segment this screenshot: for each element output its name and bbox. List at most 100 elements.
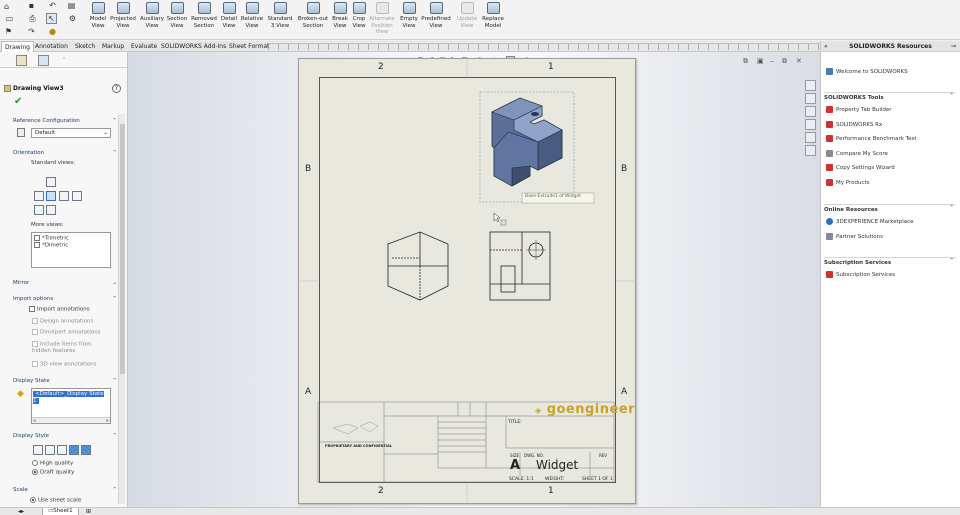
- use-sheet-scale-option[interactable]: Use sheet scale: [30, 497, 81, 504]
- tab-sheet-format[interactable]: Sheet Format: [226, 41, 272, 52]
- home-icon[interactable]: ⌂: [2, 2, 11, 11]
- collapse-pane-icon[interactable]: «: [824, 41, 828, 52]
- collapse-icon[interactable]: ⌃: [949, 93, 954, 99]
- high-quality-radio[interactable]: [32, 460, 38, 466]
- subscription-services-link[interactable]: Subscription Services: [826, 271, 895, 279]
- reference-configuration-select[interactable]: Default ⌄: [31, 128, 111, 138]
- undo-icon[interactable]: ↶: [48, 1, 57, 10]
- solidworks-tools-section[interactable]: SOLIDWORKS Tools ⌃: [824, 92, 956, 101]
- my-products-link[interactable]: My Products: [826, 179, 870, 187]
- collapse-icon[interactable]: ⌃: [112, 378, 117, 384]
- resources-tab-icon[interactable]: [805, 80, 816, 91]
- design-annotations-checkbox[interactable]: [32, 318, 38, 324]
- compare-my-score-link[interactable]: Compare My Score: [826, 150, 888, 158]
- auxiliary-view-button[interactable]: Auxiliary View: [139, 2, 165, 38]
- redo-icon[interactable]: ↷: [27, 27, 36, 36]
- dimxpert-annotations-checkbox[interactable]: [32, 329, 38, 335]
- collapse-icon[interactable]: ⌃: [949, 205, 954, 211]
- select-icon[interactable]: ↖: [46, 13, 57, 24]
- detail-view-button[interactable]: Detail View: [219, 2, 239, 38]
- list-item[interactable]: *Dimetric: [34, 242, 68, 249]
- design-library-tab-icon[interactable]: [805, 93, 816, 104]
- horizontal-scrollbar[interactable]: < >: [32, 417, 110, 423]
- expand-icon[interactable]: ⌄: [112, 280, 117, 286]
- ok-button[interactable]: ✔: [14, 96, 22, 107]
- tab-solidworks-add-ins[interactable]: SOLIDWORKS Add-Ins: [158, 41, 229, 52]
- solidworks-rx-link[interactable]: SOLIDWORKS Rx: [826, 121, 882, 129]
- dimetric-checkbox[interactable]: [34, 242, 40, 248]
- left-view-button[interactable]: [34, 191, 44, 201]
- list-item[interactable]: *Trimetric: [34, 235, 69, 242]
- property-tab-builder-link[interactable]: Property Tab Builder: [826, 106, 892, 114]
- collapse-icon[interactable]: ⌃: [949, 258, 954, 264]
- display-style-section[interactable]: Display Style ⌃: [13, 433, 117, 439]
- 3d-view-annotations-option[interactable]: 3D view annotations: [32, 361, 97, 368]
- more-views-list[interactable]: *Trimetric *Dimetric: [31, 232, 111, 268]
- broken-out-section-button[interactable]: Broken-out Section: [297, 2, 329, 38]
- standard-3-view-button[interactable]: Standard 3 View: [266, 2, 294, 38]
- gear-icon[interactable]: ⚙: [68, 14, 77, 23]
- wireframe-style-button[interactable]: [33, 445, 43, 455]
- pin-icon[interactable]: ⊸: [951, 41, 956, 52]
- collapse-icon[interactable]: ⌃: [112, 433, 117, 439]
- import-options-section[interactable]: Import options ⌃: [13, 296, 117, 302]
- import-annotations-option[interactable]: Import annotations: [29, 306, 90, 313]
- model-view-button[interactable]: Model View: [86, 2, 110, 38]
- hidden-lines-removed-button[interactable]: [57, 445, 67, 455]
- include-hidden-option[interactable]: Include items from hidden features: [32, 341, 112, 354]
- performance-benchmark-link[interactable]: Performance Benchmark Test: [826, 135, 917, 143]
- custom-properties-tab-icon[interactable]: [805, 145, 816, 156]
- add-sheet-icon[interactable]: ⊞: [86, 508, 91, 515]
- alternate-position-view-button[interactable]: Alternate Position View: [369, 2, 395, 38]
- removed-section-button[interactable]: Removed Section: [191, 2, 217, 38]
- property-manager-scrollbar[interactable]: [118, 114, 125, 504]
- import-annotations-checkbox[interactable]: [29, 306, 35, 312]
- help-button[interactable]: ?: [112, 84, 121, 93]
- tab-annotation[interactable]: Annotation: [32, 41, 71, 52]
- predefined-view-button[interactable]: Predefined View: [421, 2, 451, 38]
- rebuild-icon[interactable]: ⚑: [4, 27, 13, 36]
- back-view-button[interactable]: [72, 191, 82, 201]
- sheet-nav-icon[interactable]: ◂▸: [18, 508, 24, 515]
- 3d-view-annotations-checkbox[interactable]: [32, 361, 38, 367]
- list-item[interactable]: <Default>_Display State 1: [33, 390, 110, 404]
- tab-drawing[interactable]: Drawing: [1, 41, 34, 52]
- isometric-drawing-view[interactable]: [479, 91, 575, 203]
- dimxpert-annotations-option[interactable]: DimXpert annotations: [32, 329, 101, 336]
- replace-model-button[interactable]: Replace Model: [481, 2, 505, 38]
- use-sheet-scale-radio[interactable]: [30, 497, 36, 503]
- crop-view-button[interactable]: Crop View: [350, 2, 368, 38]
- tab-markup[interactable]: Markup: [99, 41, 127, 52]
- design-annotations-option[interactable]: Design annotations: [32, 318, 93, 325]
- shaded-button[interactable]: [81, 445, 91, 455]
- options-icon[interactable]: ▤: [67, 1, 76, 10]
- close-icon[interactable]: ✕: [796, 57, 802, 65]
- online-resources-section[interactable]: Online Resources ⌃: [824, 204, 956, 213]
- copy-settings-wizard-link[interactable]: Copy Settings Wizard: [826, 164, 895, 172]
- tab-evaluate[interactable]: Evaluate: [128, 41, 160, 52]
- welcome-link[interactable]: Welcome to SOLIDWORKS: [826, 68, 908, 76]
- collapse-icon[interactable]: ⌃: [112, 487, 117, 493]
- include-hidden-checkbox[interactable]: [32, 341, 38, 347]
- save-icon[interactable]: ▪: [27, 1, 36, 10]
- sheet-tab[interactable]: ▭Sheet1: [42, 508, 79, 515]
- tile-icon[interactable]: ▣: [757, 57, 764, 65]
- projected-view-button[interactable]: Projected View: [110, 2, 136, 38]
- display-state-list[interactable]: <Default>_Display State 1 < >: [31, 388, 111, 424]
- front-drawing-view[interactable]: [489, 231, 551, 301]
- collapse-icon[interactable]: ⌃: [112, 118, 117, 124]
- side-drawing-view[interactable]: [387, 231, 449, 301]
- relative-view-button[interactable]: Relative View: [240, 2, 264, 38]
- trimetric-checkbox[interactable]: [34, 235, 40, 241]
- partner-solutions-link[interactable]: Partner Solutions: [826, 233, 883, 241]
- display-state-section[interactable]: Display State ⌃: [13, 378, 117, 384]
- break-view-button[interactable]: Break View: [331, 2, 349, 38]
- restore-icon[interactable]: ⧉: [743, 57, 748, 66]
- high-quality-option[interactable]: High quality: [32, 460, 73, 467]
- scrollbar-thumb[interactable]: [120, 124, 125, 374]
- right-view-button[interactable]: [59, 191, 69, 201]
- shaded-with-edges-button[interactable]: [69, 445, 79, 455]
- collapse-icon[interactable]: ⌃: [112, 150, 117, 156]
- reference-configuration-section[interactable]: Reference Configuration ⌃: [13, 118, 117, 124]
- new-file-icon[interactable]: ▭: [5, 14, 14, 23]
